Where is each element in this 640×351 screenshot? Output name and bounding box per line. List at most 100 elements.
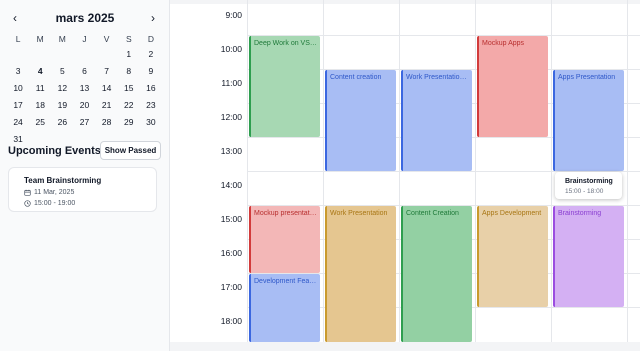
event-title: Apps Development [482, 210, 542, 217]
time-label: 10:00 [220, 44, 242, 54]
calendar-day [73, 48, 95, 60]
grid-bottom-strip [170, 342, 640, 351]
calendar-icon [24, 189, 31, 196]
calendar-day[interactable]: 4 [29, 65, 51, 77]
calendar-day [96, 48, 118, 60]
calendar-day[interactable]: 23 [140, 99, 162, 111]
calendar-day [29, 48, 51, 60]
event-title: Apps Presentation [558, 74, 616, 81]
event-card-date-row: 11 Mar, 2025 [24, 188, 74, 197]
calendar-event[interactable]: Brainstorming [553, 206, 624, 307]
calendar-day[interactable]: 17 [7, 99, 29, 111]
calendar-event[interactable]: Deep Work on VSCode [249, 36, 320, 137]
event-title: Mockup Apps [482, 40, 525, 47]
calendar-day[interactable]: 30 [140, 116, 162, 128]
time-label: 13:00 [220, 146, 242, 156]
time-label: 9:00 [225, 10, 242, 20]
upcoming-event-card[interactable]: Team Brainstorming 11 Mar, 2025 15:00 - … [8, 167, 157, 212]
time-label: 15:00 [220, 214, 242, 224]
calendar-event[interactable]: Apps Development [477, 206, 548, 307]
week-row: 1 2 [7, 48, 162, 60]
time-label: 17:00 [220, 282, 242, 292]
calendar-event[interactable]: Content Creation [401, 206, 472, 342]
calendar-day[interactable]: 21 [96, 99, 118, 111]
calendar-day[interactable]: 19 [51, 99, 73, 111]
calendar-day[interactable]: 27 [73, 116, 95, 128]
sidebar: mars 2025 ‹ › L M M J V S D 1 2 3 4 5 6 … [0, 0, 170, 351]
day-gridline [475, 0, 476, 351]
calendar-day[interactable]: 29 [118, 116, 140, 128]
day-of-week: S [125, 34, 132, 44]
calendar-day[interactable]: 25 [29, 116, 51, 128]
calendar-day[interactable]: 7 [96, 65, 118, 77]
calendar-day[interactable]: 12 [51, 82, 73, 94]
calendar-day[interactable]: 28 [96, 116, 118, 128]
calendar-day [51, 48, 73, 60]
day-gridline [399, 0, 400, 351]
time-label: 12:00 [220, 112, 242, 122]
calendar-day[interactable]: 15 [118, 82, 140, 94]
days-of-week-header: L M M J V S D [7, 33, 162, 45]
chevron-right-icon[interactable]: › [144, 9, 162, 27]
event-card-time-row: 15:00 - 19:00 [24, 199, 75, 208]
calendar-day[interactable]: 16 [140, 82, 162, 94]
calendar-day[interactable]: 1 [118, 48, 140, 60]
calendar-day[interactable]: 26 [51, 116, 73, 128]
event-title: Work Presentation [330, 210, 388, 217]
calendar-event[interactable]: Apps Presentation [553, 70, 624, 171]
day-of-week: M [36, 34, 44, 44]
event-card-date: 11 Mar, 2025 [34, 189, 75, 196]
event-title: Deep Work on VSCode [254, 40, 320, 47]
calendar-event[interactable]: Development Feature [249, 274, 320, 342]
day-gridline [627, 0, 628, 351]
calendar-day[interactable]: 24 [7, 116, 29, 128]
time-column: 9:00 10:00 11:00 12:00 13:00 14:00 15:00… [170, 0, 248, 351]
day-of-week: L [15, 34, 21, 44]
month-header: mars 2025 ‹ › [0, 9, 170, 27]
event-tooltip: Brainstorming 15:00 - 18:00 [555, 172, 622, 199]
day-of-week: J [82, 34, 87, 44]
calendar-day[interactable]: 20 [73, 99, 95, 111]
event-title: Content creation [330, 74, 382, 81]
clock-icon [24, 200, 31, 207]
calendar-day[interactable]: 6 [73, 65, 95, 77]
calendar-day[interactable]: 11 [29, 82, 51, 94]
calendar-day[interactable]: 10 [7, 82, 29, 94]
calendar-event[interactable]: Content creation [325, 70, 396, 171]
event-card-time: 15:00 - 19:00 [34, 200, 76, 207]
event-title: Brainstorming [558, 210, 602, 217]
calendar-day[interactable]: 13 [73, 82, 95, 94]
day-of-week: V [103, 34, 110, 44]
day-gridline [247, 0, 248, 351]
calendar-day[interactable]: 5 [51, 65, 73, 77]
tooltip-title: Brainstorming [565, 178, 613, 185]
show-passed-button[interactable]: Show Passed [100, 141, 161, 160]
calendar-day[interactable]: 18 [29, 99, 51, 111]
day-of-week: M [58, 34, 66, 44]
event-title: Content Creation [406, 210, 459, 217]
calendar-event[interactable]: Mockup presentation [249, 206, 320, 273]
day-gridline [323, 0, 324, 351]
calendar-day[interactable]: 3 [7, 65, 29, 77]
calendar-day[interactable]: 2 [140, 48, 162, 60]
week-row: 17 18 19 20 21 22 23 [7, 99, 162, 111]
event-card-title: Team Brainstorming [24, 176, 102, 185]
time-label: 11:00 [221, 78, 242, 88]
upcoming-events-title: Upcoming Events [8, 145, 101, 157]
chevron-left-icon[interactable]: ‹ [6, 9, 24, 27]
calendar-event[interactable]: Mockup Apps [477, 36, 548, 137]
calendar-event[interactable]: Work Presentation Review [401, 70, 472, 171]
calendar-day[interactable]: 9 [140, 65, 162, 77]
time-label: 16:00 [220, 248, 242, 258]
calendar-event[interactable]: Work Presentation [325, 206, 396, 342]
event-title: Work Presentation Review [406, 74, 472, 81]
day-of-week: D [147, 34, 154, 44]
calendar-day[interactable]: 14 [96, 82, 118, 94]
week-row: 3 4 5 6 7 8 9 [7, 65, 162, 77]
calendar-day[interactable]: 8 [118, 65, 140, 77]
calendar-day [7, 48, 29, 60]
calendar-day[interactable]: 22 [118, 99, 140, 111]
event-title: Mockup presentation [254, 210, 319, 217]
week-row: 10 11 12 13 14 15 16 [7, 82, 162, 94]
tooltip-time: 15:00 - 18:00 [565, 188, 604, 195]
